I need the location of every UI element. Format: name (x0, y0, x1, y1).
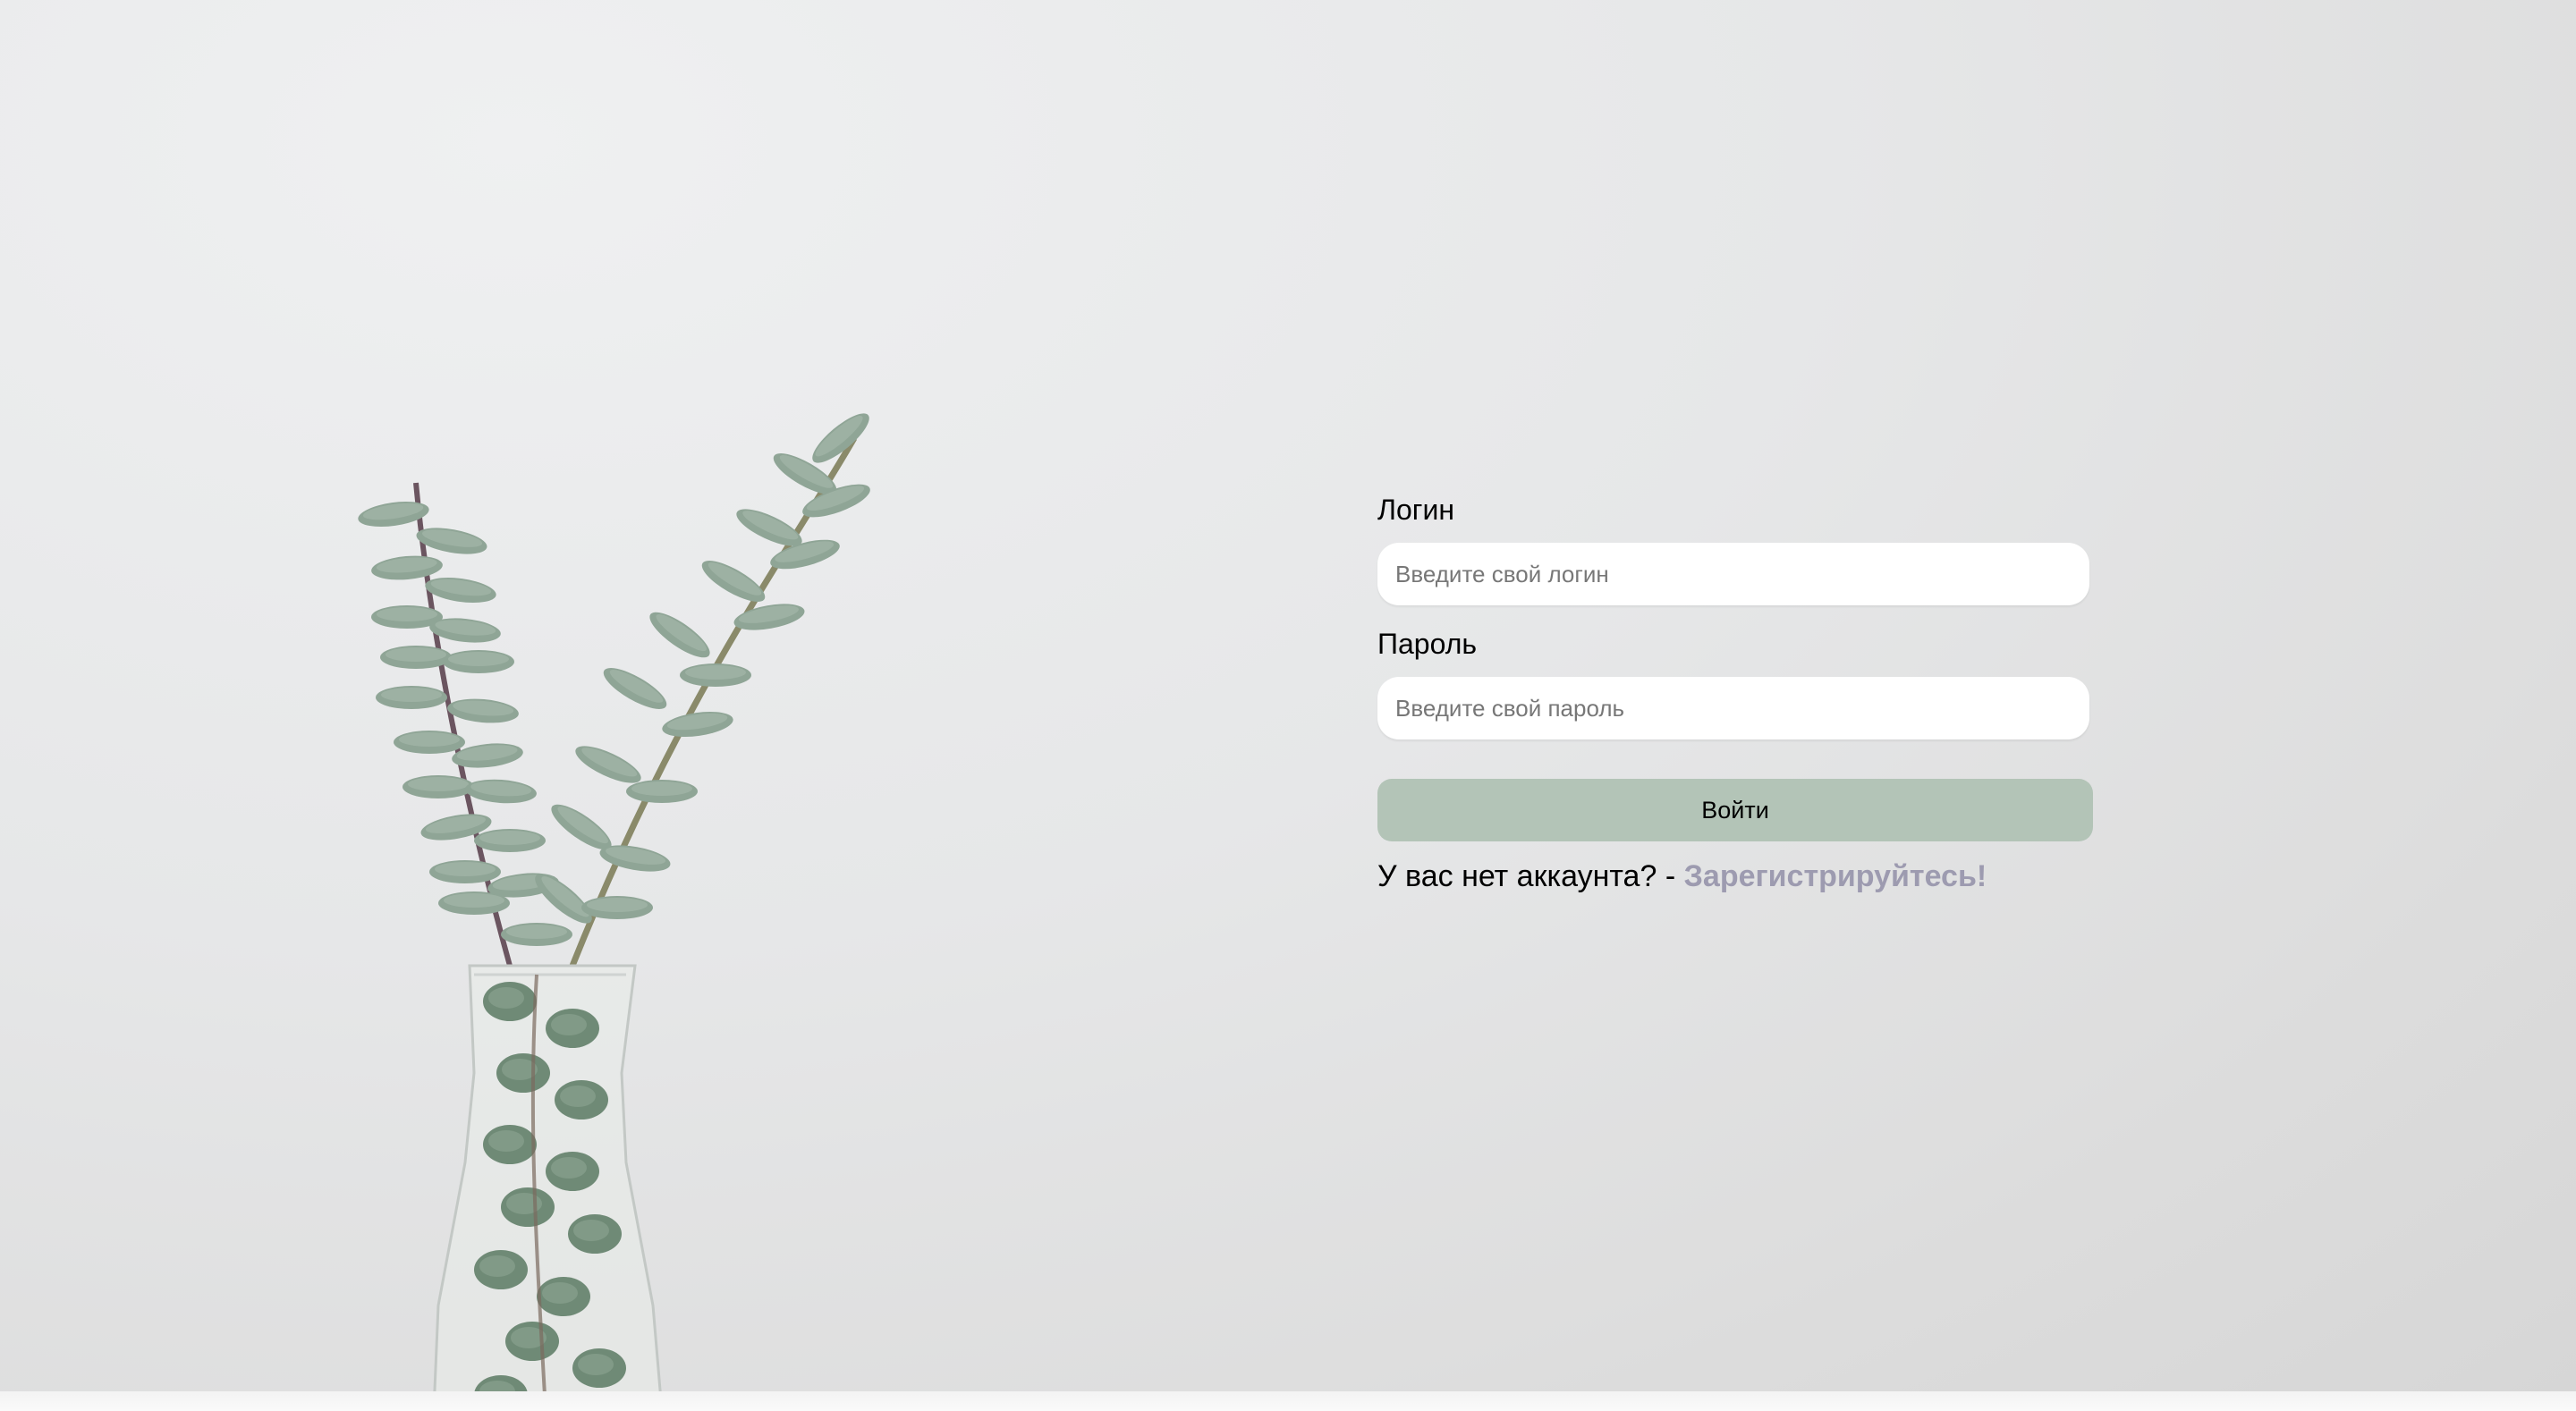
password-label: Пароль (1377, 628, 1478, 660)
eucalyptus-plant (356, 406, 876, 967)
table-surface (0, 1391, 2576, 1411)
login-form: Логин Пароль Войти У вас нет аккаунта? -… (1377, 487, 2093, 899)
login-button[interactable]: Войти (1377, 779, 2093, 841)
register-prompt-line: У вас нет аккаунта? - Зарегистрируйтесь! (1377, 854, 2093, 899)
register-prompt: У вас нет аккаунта? - (1377, 859, 1676, 893)
register-link[interactable]: Зарегистрируйтесь! (1684, 859, 1987, 893)
password-input[interactable] (1377, 677, 2089, 739)
login-input[interactable] (1377, 543, 2089, 605)
glass-vase (432, 964, 664, 1411)
background-photo (356, 406, 876, 1411)
login-label: Логин (1377, 494, 1455, 526)
